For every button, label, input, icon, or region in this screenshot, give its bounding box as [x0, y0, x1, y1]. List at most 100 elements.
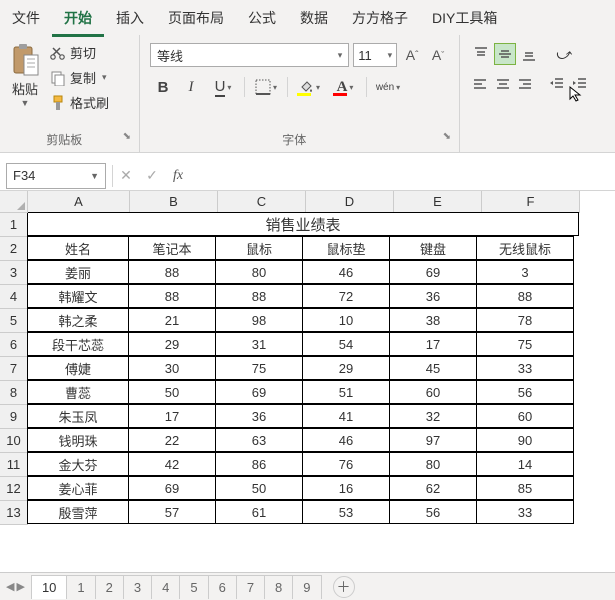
sheet-tab[interactable]: 6	[208, 575, 237, 599]
table-cell[interactable]: 42	[128, 452, 216, 476]
cancel-formula-button[interactable]: ✕	[113, 163, 139, 189]
row-header[interactable]: 4	[0, 285, 28, 309]
accept-formula-button[interactable]: ✓	[139, 163, 165, 189]
table-cell[interactable]: 16	[302, 476, 390, 500]
underline-button[interactable]: U▾	[206, 75, 240, 99]
table-cell[interactable]: 29	[128, 332, 216, 356]
table-header-cell[interactable]: 笔记本	[128, 236, 216, 260]
row-header[interactable]: 1	[0, 213, 28, 237]
row-header[interactable]: 6	[0, 333, 28, 357]
table-cell[interactable]: 韩之柔	[27, 308, 129, 332]
table-cell[interactable]: 98	[215, 308, 303, 332]
chevron-down-icon[interactable]: ▾	[102, 72, 107, 83]
bold-button[interactable]: B	[150, 75, 176, 99]
dialog-launcher-icon[interactable]: ⬊	[443, 131, 451, 142]
select-all-button[interactable]	[0, 191, 28, 213]
align-left-button[interactable]	[470, 73, 491, 95]
table-cell[interactable]: 14	[476, 452, 574, 476]
table-cell[interactable]: 金大芬	[27, 452, 129, 476]
name-box[interactable]: F34 ▼	[6, 163, 106, 189]
menu-item-6[interactable]: 方方格子	[340, 8, 420, 28]
table-cell[interactable]: 38	[389, 308, 477, 332]
table-header-cell[interactable]: 姓名	[27, 236, 129, 260]
table-cell[interactable]: 朱玉凤	[27, 404, 129, 428]
table-cell[interactable]: 3	[476, 260, 574, 284]
row-header[interactable]: 11	[0, 453, 28, 477]
table-title[interactable]: 销售业绩表	[27, 212, 579, 236]
menu-item-4[interactable]: 公式	[236, 8, 288, 28]
table-cell[interactable]: 57	[128, 500, 216, 524]
table-cell[interactable]: 曹蕊	[27, 380, 129, 404]
font-size-select[interactable]: 11 ▾	[353, 43, 397, 67]
table-cell[interactable]: 86	[215, 452, 303, 476]
decrease-indent-button[interactable]	[547, 73, 568, 95]
table-cell[interactable]: 88	[476, 284, 574, 308]
menu-item-5[interactable]: 数据	[288, 8, 340, 28]
tab-nav-next[interactable]: ▶	[16, 580, 24, 593]
table-cell[interactable]: 30	[128, 356, 216, 380]
table-cell[interactable]: 53	[302, 500, 390, 524]
table-cell[interactable]: 51	[302, 380, 390, 404]
table-cell[interactable]: 88	[215, 284, 303, 308]
align-middle-button[interactable]	[494, 43, 516, 65]
chevron-down-icon[interactable]: ▼	[21, 98, 30, 108]
italic-button[interactable]: I	[178, 75, 204, 99]
row-header[interactable]: 9	[0, 405, 28, 429]
table-cell[interactable]: 33	[476, 356, 574, 380]
table-cell[interactable]: 46	[302, 428, 390, 452]
column-header[interactable]: E	[394, 191, 482, 213]
column-header[interactable]: D	[306, 191, 394, 213]
orientation-button[interactable]: ⤻	[552, 43, 574, 65]
table-cell[interactable]: 72	[302, 284, 390, 308]
table-cell[interactable]: 22	[128, 428, 216, 452]
menu-item-7[interactable]: DIY工具箱	[420, 8, 509, 28]
sheet-tab[interactable]: 2	[95, 575, 124, 599]
align-top-button[interactable]	[470, 43, 492, 65]
table-cell[interactable]: 69	[128, 476, 216, 500]
add-sheet-button[interactable]: ＋	[333, 576, 355, 598]
table-cell[interactable]: 60	[389, 380, 477, 404]
table-cell[interactable]: 80	[389, 452, 477, 476]
sheet-tab[interactable]: 9	[292, 575, 321, 599]
table-cell[interactable]: 32	[389, 404, 477, 428]
table-header-cell[interactable]: 鼠标	[215, 236, 303, 260]
table-cell[interactable]: 76	[302, 452, 390, 476]
table-cell[interactable]: 17	[389, 332, 477, 356]
align-bottom-button[interactable]	[518, 43, 540, 65]
align-center-button[interactable]	[493, 73, 514, 95]
column-header[interactable]: A	[28, 191, 130, 213]
font-color-button[interactable]: A ▾	[328, 75, 362, 99]
table-cell[interactable]: 56	[476, 380, 574, 404]
column-header[interactable]: F	[482, 191, 580, 213]
sheet-tab[interactable]: 10	[31, 575, 67, 599]
table-cell[interactable]: 21	[128, 308, 216, 332]
table-cell[interactable]: 41	[302, 404, 390, 428]
row-header[interactable]: 2	[0, 237, 28, 261]
table-cell[interactable]: 46	[302, 260, 390, 284]
table-cell[interactable]: 88	[128, 284, 216, 308]
fx-button[interactable]: fx	[165, 163, 191, 189]
dialog-launcher-icon[interactable]: ⬊	[123, 131, 131, 142]
row-header[interactable]: 7	[0, 357, 28, 381]
sheet-tab[interactable]: 1	[66, 575, 95, 599]
copy-button[interactable]: 复制 ▾	[50, 68, 109, 87]
table-cell[interactable]: 17	[128, 404, 216, 428]
menu-item-3[interactable]: 页面布局	[156, 8, 236, 28]
table-cell[interactable]: 韩耀文	[27, 284, 129, 308]
sheet-tab[interactable]: 7	[236, 575, 265, 599]
table-cell[interactable]: 45	[389, 356, 477, 380]
table-cell[interactable]: 33	[476, 500, 574, 524]
table-cell[interactable]: 殷雪萍	[27, 500, 129, 524]
table-cell[interactable]: 50	[215, 476, 303, 500]
table-cell[interactable]: 36	[389, 284, 477, 308]
formula-input[interactable]	[191, 163, 615, 189]
tab-nav-prev[interactable]: ◀	[6, 580, 14, 593]
menu-item-1[interactable]: 开始	[52, 0, 104, 37]
column-header[interactable]: B	[130, 191, 218, 213]
table-cell[interactable]: 傅婕	[27, 356, 129, 380]
table-cell[interactable]: 60	[476, 404, 574, 428]
table-cell[interactable]: 钱明珠	[27, 428, 129, 452]
decrease-font-button[interactable]: Aˇ	[427, 44, 449, 66]
table-cell[interactable]: 54	[302, 332, 390, 356]
row-header[interactable]: 8	[0, 381, 28, 405]
